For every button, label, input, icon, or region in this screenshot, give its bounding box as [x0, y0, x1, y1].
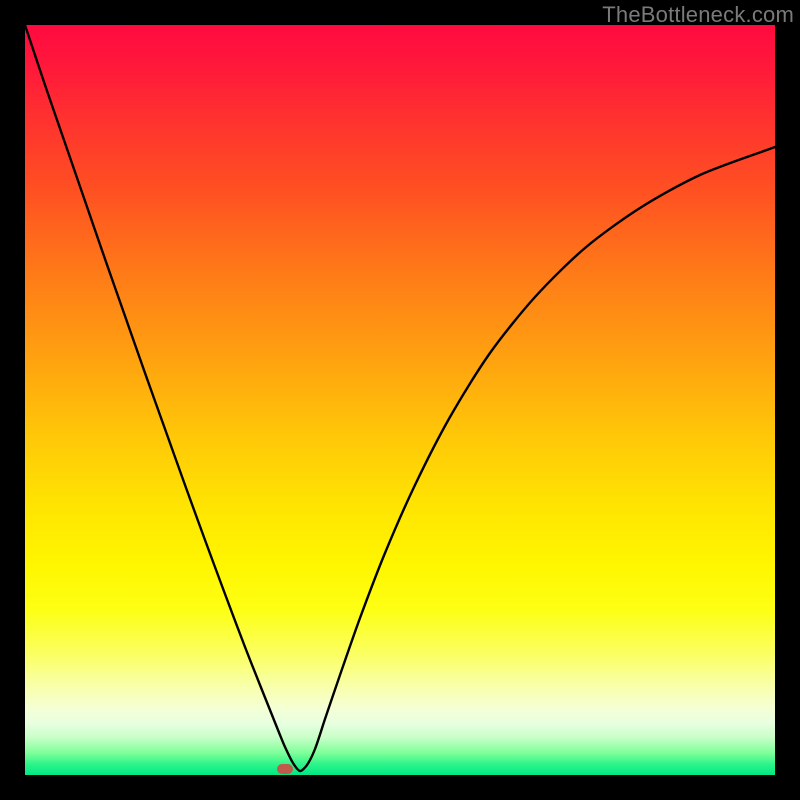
curve-line [25, 25, 775, 771]
bottleneck-curve [25, 25, 775, 775]
source-credit: TheBottleneck.com [602, 2, 794, 28]
optimal-point-marker [277, 764, 293, 774]
